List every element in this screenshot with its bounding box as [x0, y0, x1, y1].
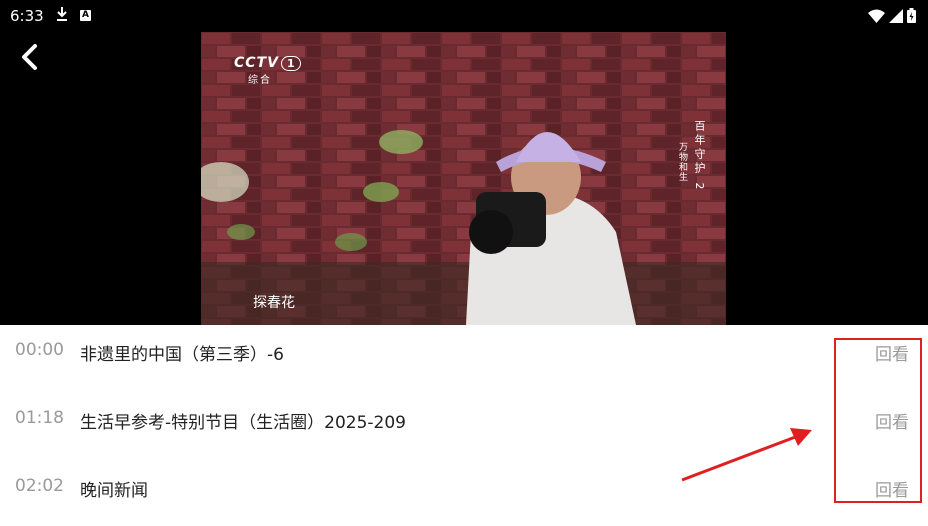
status-time: 6:33 [10, 7, 44, 25]
program-title: 生活早参考-特别节目（生活圈）2025-209 [80, 413, 406, 433]
channel-logo-text: CCTV [234, 55, 279, 71]
program-time: 02:02 [15, 476, 64, 496]
back-button[interactable] [12, 42, 46, 76]
chevron-left-icon [20, 43, 38, 75]
watermark-title-text: 百年守护 [693, 120, 706, 176]
channel-sub: 综合 [248, 75, 272, 86]
video-subtitle: 探春花 [253, 295, 295, 311]
status-bar: 6:33 A [0, 0, 928, 32]
program-watermark-title: 百年守护 2 [691, 120, 707, 193]
annotation-highlight-box [834, 338, 922, 503]
system-icons [868, 8, 916, 27]
channel-logo: CCTV 1 综合 [234, 52, 301, 86]
a-icon: A [80, 10, 91, 21]
battery-icon [907, 8, 916, 27]
watermark-number: 2 [693, 182, 706, 193]
program-title: 非遗里的中国（第三季）-6 [80, 345, 284, 365]
program-title: 晚间新闻 [80, 481, 148, 501]
screen: 6:33 A CCTV 1 综合 百年守护 2 万物和生 探春花 00:00 非… [0, 0, 928, 526]
video-player[interactable]: CCTV 1 综合 百年守护 2 万物和生 探春花 [0, 32, 928, 325]
program-row[interactable]: 00:00 非遗里的中国（第三季）-6 回看 [0, 325, 928, 375]
download-icon [55, 6, 69, 26]
channel-number: 1 [280, 56, 301, 71]
program-time: 01:18 [15, 408, 64, 428]
program-time: 00:00 [15, 340, 64, 360]
wifi-icon [868, 8, 885, 27]
signal-icon [889, 8, 903, 27]
program-watermark-sub: 万物和生 [677, 142, 687, 182]
annotation-arrow-icon [681, 428, 812, 482]
video-frame[interactable]: CCTV 1 综合 百年守护 2 万物和生 探春花 [201, 32, 726, 325]
